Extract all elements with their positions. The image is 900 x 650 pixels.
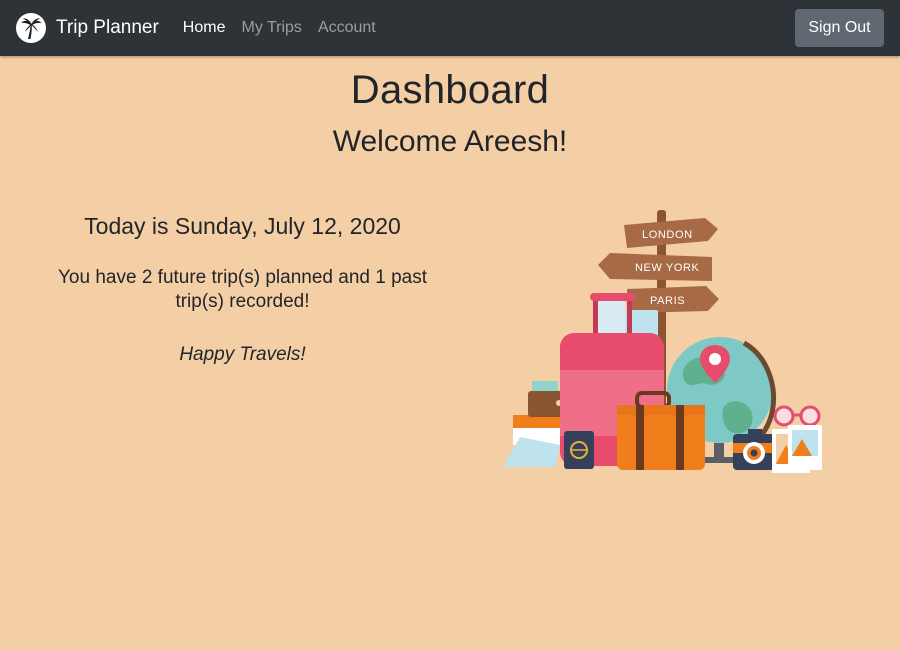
sign-new-york: NEW YORK: [635, 262, 700, 274]
palm-tree-icon: [16, 13, 46, 43]
today-date-text: Today is Sunday, July 12, 2020: [84, 213, 401, 239]
brand-link[interactable]: Trip Planner: [16, 13, 183, 43]
sign-paris: PARIS: [650, 295, 685, 307]
summary-panel: Today is Sunday, July 12, 2020 You have …: [45, 210, 440, 366]
sign-london: LONDON: [642, 229, 693, 241]
page-title: Dashboard: [350, 68, 550, 112]
nav-link-account[interactable]: Account: [318, 19, 376, 37]
nav-link-home[interactable]: Home: [183, 19, 226, 37]
sign-out-button[interactable]: Sign Out: [795, 9, 884, 47]
travel-illustration: LONDON NEW YORK PARIS: [500, 205, 830, 475]
top-navbar: Trip Planner Home My Trips Account Sign …: [0, 0, 900, 56]
trips-summary-text: You have 2 future trip(s) planned and 1 …: [58, 267, 427, 312]
brand-name: Trip Planner: [56, 17, 159, 38]
happy-travels-text: Happy Travels!: [179, 344, 306, 365]
nav-link-my-trips[interactable]: My Trips: [241, 19, 301, 37]
welcome-heading: Welcome Areesh!: [332, 125, 568, 158]
